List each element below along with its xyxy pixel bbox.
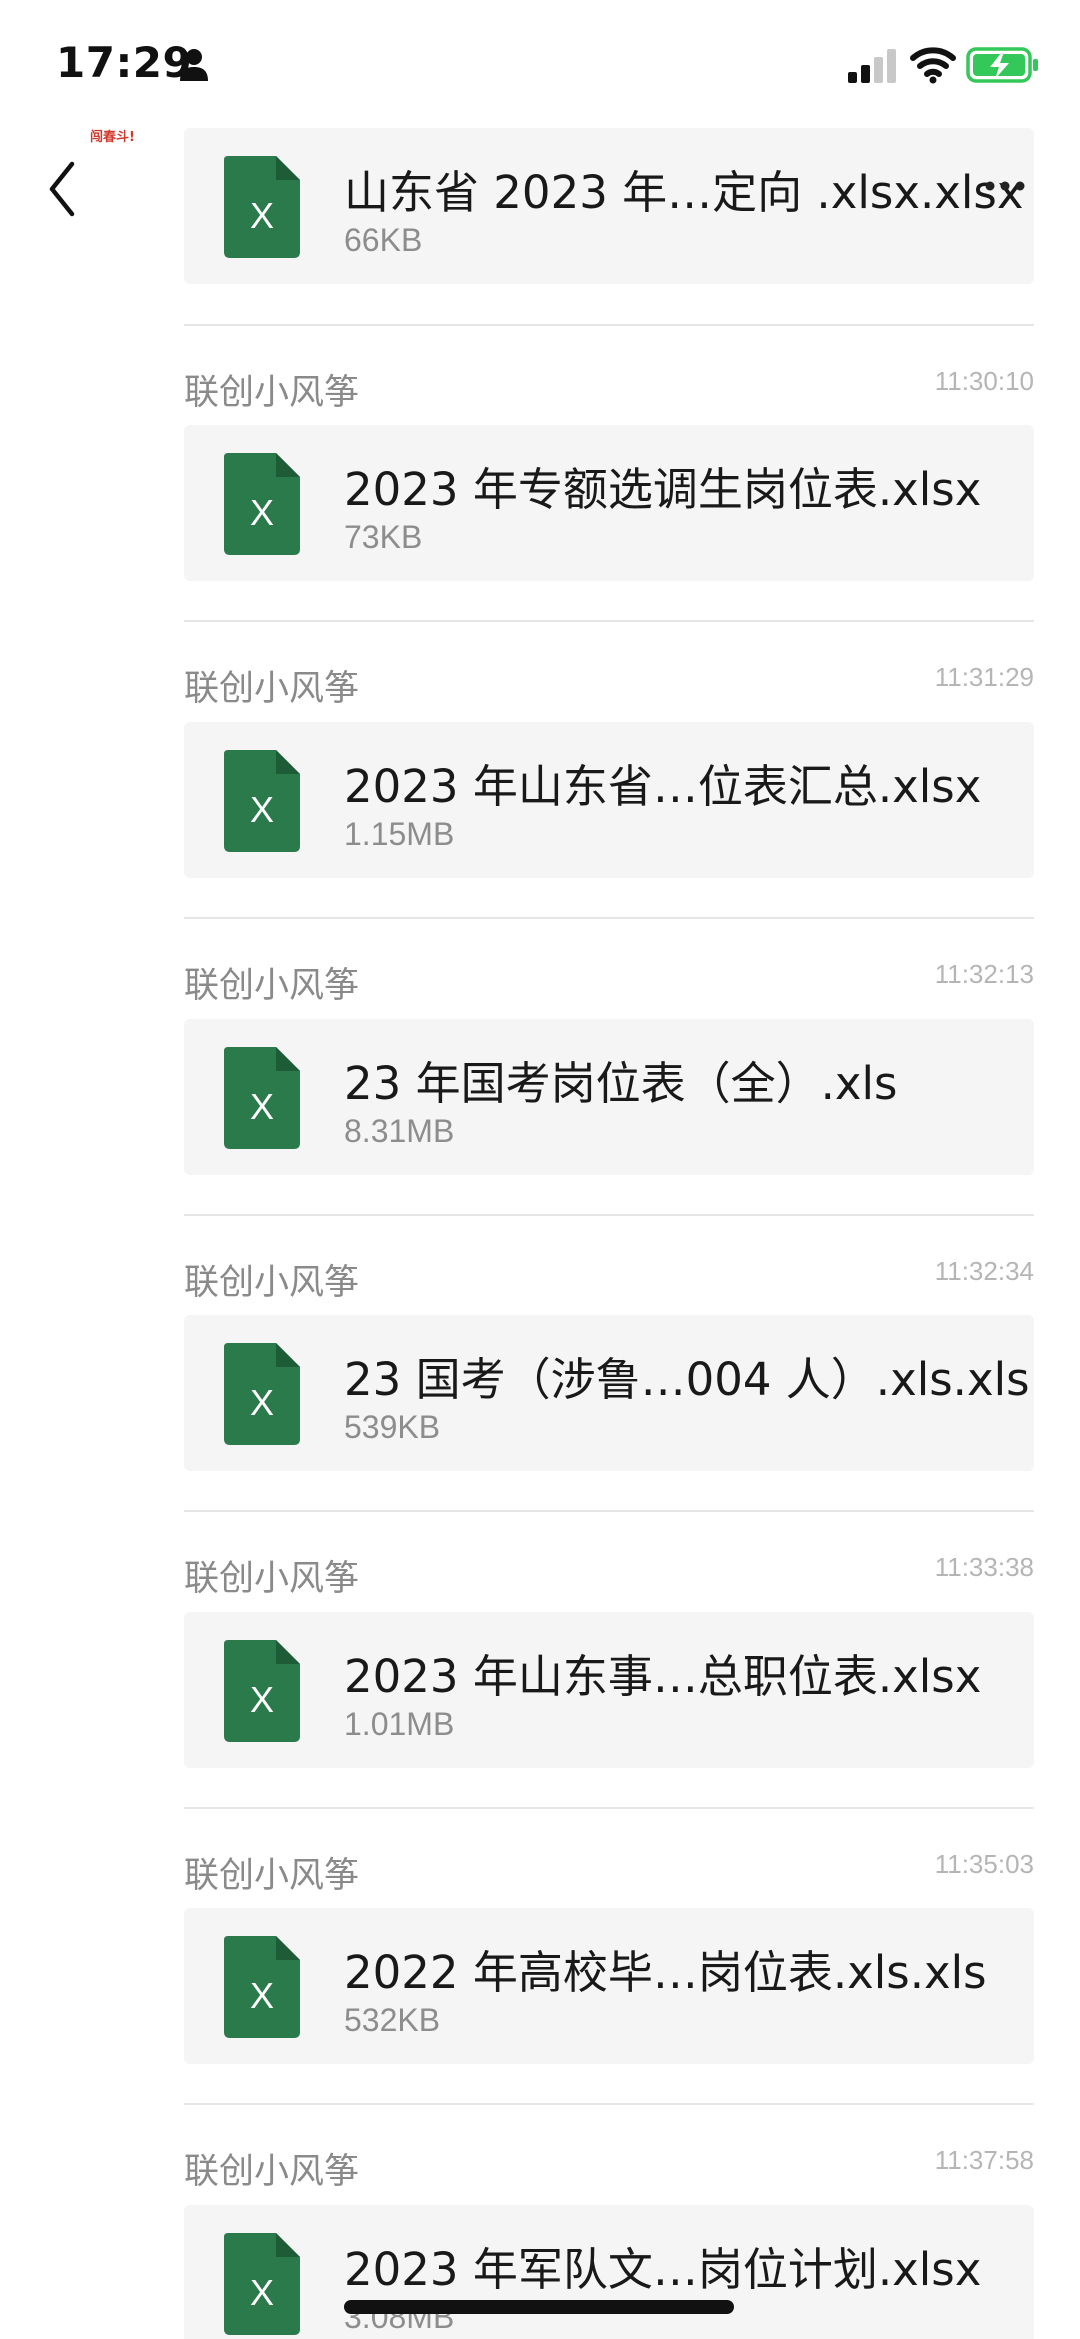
sender-name: 联创小风筝 [184, 669, 360, 709]
home-indicator[interactable] [344, 2300, 734, 2314]
divider [184, 917, 1034, 919]
avatar-text: 闯春斗! [90, 130, 135, 145]
sender-name: 联创小风筝 [184, 1263, 360, 1303]
file-card[interactable]: X 2023 年军队文…岗位计划.xlsx 3.08MB [184, 2205, 1034, 2339]
file-card[interactable]: X 2023 年专额选调生岗位表.xlsx 73KB [184, 425, 1034, 581]
excel-file-icon: X [224, 1343, 300, 1445]
excel-file-icon: X [224, 1936, 300, 2038]
more-icon[interactable] [984, 176, 1026, 196]
file-name: 2023 年山东省…位表汇总.xlsx [344, 760, 982, 813]
message-time: 11:32:13 [934, 959, 1034, 989]
person-icon [180, 49, 208, 81]
divider [184, 2103, 1034, 2105]
file-card[interactable]: X 2023 年山东事…总职位表.xlsx 1.01MB [184, 1612, 1034, 1768]
excel-file-icon: X [224, 750, 300, 852]
signal-icon [848, 49, 896, 83]
sender-name: 联创小风筝 [184, 2152, 360, 2192]
file-name: 2023 年山东事…总职位表.xlsx [344, 1650, 982, 1703]
file-size: 532KB [344, 2002, 441, 2038]
file-name: 2023 年军队文…岗位计划.xlsx [344, 2243, 982, 2296]
excel-file-icon: X [224, 156, 300, 258]
file-name: 2023 年专额选调生岗位表.xlsx [344, 463, 982, 516]
excel-file-icon: X [224, 2233, 300, 2335]
divider [184, 324, 1034, 326]
file-size: 1.15MB [344, 816, 455, 852]
status-time: 17:29 [56, 38, 193, 87]
excel-file-icon: X [224, 453, 300, 555]
svg-text:X: X [250, 1975, 274, 2016]
svg-text:X: X [250, 1679, 274, 1720]
message-time: 11:31:29 [934, 662, 1034, 692]
divider [184, 1510, 1034, 1512]
svg-text:X: X [250, 195, 274, 236]
sender-name: 联创小风筝 [184, 373, 360, 413]
file-card[interactable]: X 2022 年高校毕…岗位表.xls.xls 532KB [184, 1908, 1034, 2064]
wifi-icon [910, 47, 956, 84]
file-name: 23 国考（涉鲁…004 人）.xls.xls [344, 1353, 1030, 1406]
file-card[interactable]: X 2023 年山东省…位表汇总.xlsx 1.15MB [184, 722, 1034, 878]
sender-name: 联创小风筝 [184, 1559, 360, 1599]
file-size: 66KB [344, 222, 423, 258]
chevron-left-icon[interactable] [36, 150, 88, 228]
message-time: 11:32:34 [934, 1256, 1034, 1286]
svg-text:X: X [250, 1382, 274, 1423]
file-size: 1.01MB [344, 1706, 455, 1742]
excel-file-icon: X [224, 1047, 300, 1149]
file-size: 539KB [344, 1409, 441, 1445]
file-card[interactable]: X 23 国考（涉鲁…004 人）.xls.xls 539KB [184, 1315, 1034, 1471]
message-time: 11:33:38 [934, 1552, 1034, 1582]
sender-name: 联创小风筝 [184, 966, 360, 1006]
divider [184, 620, 1034, 622]
file-name: 23 年国考岗位表（全）.xls [344, 1057, 898, 1110]
excel-file-icon: X [224, 1640, 300, 1742]
sender-name: 联创小风筝 [184, 1856, 360, 1896]
svg-text:X: X [250, 2272, 274, 2313]
file-size: 73KB [344, 519, 423, 555]
message-time: 11:35:03 [934, 1849, 1034, 1879]
svg-text:X: X [250, 1086, 274, 1127]
message-time: 11:30:10 [934, 366, 1034, 396]
status-bar: 17:29 [0, 0, 1080, 130]
file-name: 山东省 2023 年…定向 .xlsx.xlsx [344, 166, 1024, 219]
battery-charging-icon [966, 47, 1038, 83]
file-history-screen: 17:29 闯春斗! X 山东省 2023 年…定向 .xlsx.xlsx 66… [0, 0, 1080, 2339]
file-name: 2022 年高校毕…岗位表.xls.xls [344, 1946, 987, 1999]
file-card[interactable]: X 23 年国考岗位表（全）.xls 8.31MB [184, 1019, 1034, 1175]
file-size: 8.31MB [344, 1113, 455, 1149]
file-card[interactable]: X 山东省 2023 年…定向 .xlsx.xlsx 66KB [184, 128, 1034, 284]
divider [184, 1807, 1034, 1809]
message-time: 11:37:58 [934, 2145, 1034, 2175]
divider [184, 1214, 1034, 1216]
svg-text:X: X [250, 789, 274, 830]
svg-text:X: X [250, 492, 274, 533]
